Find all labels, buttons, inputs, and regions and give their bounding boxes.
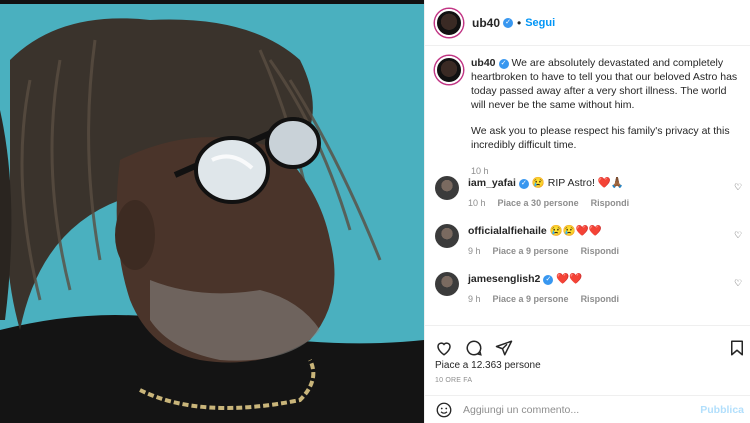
caption-text: ub40 ✓ We are absolutely devastated and c… — [471, 56, 743, 178]
commenter-avatar[interactable] — [435, 176, 459, 200]
separator-dot: • — [517, 15, 522, 30]
commenter-username[interactable]: iam_yafai — [468, 177, 516, 189]
comment-heart-icon[interactable]: ♡ — [734, 182, 744, 192]
heart-icon[interactable] — [435, 339, 453, 357]
reply-button[interactable]: Rispondi — [581, 294, 620, 304]
comment-item: jamesenglish2 ✓ ❤️❤️ 9 h Piace a 9 person… — [425, 272, 750, 304]
post-caption: ub40 ✓ We are absolutely devastated and c… — [425, 56, 750, 178]
comment-time: 9 h — [468, 294, 481, 304]
bookmark-icon[interactable] — [728, 339, 746, 357]
caption-avatar[interactable] — [435, 56, 463, 84]
commenter-username[interactable]: jamesenglish2 — [468, 273, 540, 285]
verified-badge-icon: ✓ — [503, 17, 514, 28]
instagram-post-viewer: ub40 ✓ • Segui ub40 ✓ We are absolutely d… — [0, 0, 750, 423]
comment-item: officialalfiehaile 😢😢❤️❤️ 9 h Piace a 9 … — [425, 224, 750, 256]
commenter-avatar[interactable] — [435, 272, 459, 296]
comment-icon[interactable] — [465, 339, 483, 357]
emoji-icon[interactable] — [435, 401, 453, 419]
verified-badge-icon: ✓ — [543, 275, 554, 285]
comment-heart-icon[interactable]: ♡ — [734, 278, 744, 288]
top-bar — [0, 0, 424, 4]
likes-count[interactable]: Piace a 12.363 persone — [425, 360, 750, 371]
comment-text: 😢😢❤️❤️ — [549, 225, 602, 237]
portrait-image — [0, 0, 424, 423]
commenter-username[interactable]: officialalfiehaile — [468, 225, 547, 237]
share-icon[interactable] — [495, 339, 513, 357]
post-sidebar: ub40 ✓ • Segui ub40 ✓ We are absolutely d… — [424, 0, 750, 423]
comment-input[interactable] — [463, 403, 683, 416]
verified-badge-icon: ✓ — [498, 59, 509, 69]
comment-text: 😢 RIP Astro! ❤️🙏🏾 — [531, 177, 624, 189]
comment-item: iam_yafai ✓ 😢 RIP Astro! ❤️🙏🏾 10 h Piace … — [425, 176, 750, 208]
comment-text: ❤️❤️ — [556, 273, 583, 285]
commenter-avatar[interactable] — [435, 224, 459, 248]
post-photo[interactable] — [0, 0, 424, 423]
comment-time: 9 h — [468, 246, 481, 256]
post-date: 10 ORE FA — [435, 377, 473, 384]
comment-time: 10 h — [468, 198, 486, 208]
comment-likes[interactable]: Piace a 9 persone — [493, 294, 569, 304]
comment-likes[interactable]: Piace a 30 persone — [498, 198, 579, 208]
verified-badge-icon: ✓ — [518, 179, 529, 189]
add-comment-bar: Pubblica — [425, 395, 750, 423]
reply-button[interactable]: Rispondi — [581, 246, 620, 256]
follow-button[interactable]: Segui — [525, 17, 555, 29]
reply-button[interactable]: Rispondi — [591, 198, 630, 208]
post-header: ub40 ✓ • Segui — [425, 0, 750, 46]
publish-button[interactable]: Pubblica — [700, 404, 744, 416]
comment-likes[interactable]: Piace a 9 persone — [493, 246, 569, 256]
comment-heart-icon[interactable]: ♡ — [734, 230, 744, 240]
author-username[interactable]: ub40 — [472, 16, 500, 30]
caption-paragraph-2: We ask you to please respect his family'… — [471, 125, 730, 151]
caption-paragraph-1: We are absolutely devastated and complet… — [471, 57, 738, 111]
author-avatar[interactable] — [435, 8, 463, 37]
caption-username[interactable]: ub40 — [471, 57, 496, 69]
